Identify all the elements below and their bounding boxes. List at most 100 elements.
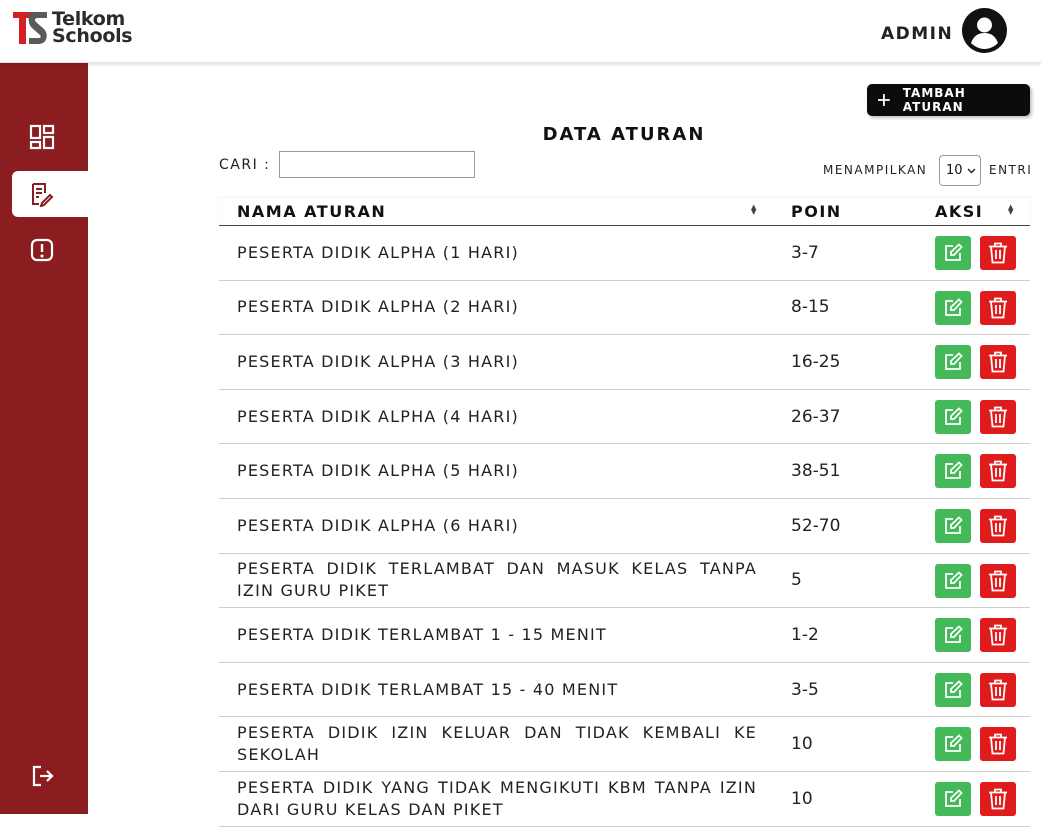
rules-table: NAMA ATURAN ▲ ▼ POIN AKSI ▲ ▼ PESERTA DIDI… bbox=[219, 198, 1030, 827]
user-name: ADMIN bbox=[881, 24, 954, 44]
entries-label: ENTRI bbox=[989, 163, 1033, 177]
edit-button[interactable] bbox=[935, 563, 971, 598]
delete-button[interactable] bbox=[980, 454, 1016, 489]
edit-button[interactable] bbox=[935, 290, 971, 325]
edit-button[interactable] bbox=[935, 727, 971, 762]
sort-icon[interactable]: ▲ ▼ bbox=[1008, 204, 1013, 216]
rule-name: PESERTA DIDIK ALPHA (5 HARI) bbox=[237, 461, 519, 481]
rule-name: PESERTA DIDIK TERLAMBAT DAN MASUK KELAS … bbox=[237, 559, 757, 601]
table-row: PESERTA DIDIK ALPHA (6 HARI) 52-70 bbox=[219, 498, 1030, 554]
page-size-select[interactable]: 10 bbox=[939, 155, 981, 186]
trash-icon bbox=[989, 570, 1007, 591]
rule-poin: 3-5 bbox=[791, 679, 819, 700]
table-row: PESERTA DIDIK ALPHA (4 HARI) 26-37 bbox=[219, 389, 1030, 445]
edit-icon bbox=[945, 461, 963, 480]
table-row: PESERTA DIDIK ALPHA (3 HARI) 16-25 bbox=[219, 335, 1030, 390]
edit-button[interactable] bbox=[935, 345, 971, 380]
edit-icon bbox=[945, 352, 963, 371]
rule-poin: 10 bbox=[791, 788, 813, 809]
sidebar-item-pelanggaran[interactable] bbox=[12, 227, 88, 273]
delete-button[interactable] bbox=[980, 290, 1016, 325]
rule-poin: 26-37 bbox=[791, 406, 841, 427]
edit-button[interactable] bbox=[935, 508, 971, 543]
table-row: PESERTA DIDIK ALPHA (1 HARI) 3-7 bbox=[219, 226, 1030, 281]
rule-poin: 3-7 bbox=[791, 242, 819, 263]
rule-name: PESERTA DIDIK ALPHA (4 HARI) bbox=[237, 406, 519, 426]
page-size-value: 10 bbox=[946, 163, 963, 178]
sidebar bbox=[0, 63, 88, 814]
edit-button[interactable] bbox=[935, 236, 971, 270]
chevron-down-icon bbox=[967, 168, 976, 173]
logo-line2: Schools bbox=[52, 25, 133, 47]
column-header-aksi[interactable]: AKSI bbox=[935, 202, 983, 221]
edit-icon bbox=[945, 570, 963, 589]
logo-mark-icon bbox=[13, 12, 47, 44]
add-rule-button[interactable]: TAMBAH ATURAN bbox=[867, 84, 1030, 116]
trash-icon bbox=[989, 788, 1007, 810]
rule-poin: 5 bbox=[791, 570, 802, 591]
trash-icon bbox=[989, 515, 1007, 537]
dashboard-icon bbox=[29, 124, 55, 150]
delete-button[interactable] bbox=[980, 727, 1016, 762]
delete-button[interactable] bbox=[980, 236, 1016, 270]
table-row: PESERTA DIDIK TERLAMBAT 15 - 40 MENIT 3-5 bbox=[219, 662, 1030, 718]
edit-icon bbox=[945, 516, 963, 534]
sort-icon[interactable]: ▲ ▼ bbox=[751, 204, 756, 216]
logout-button[interactable] bbox=[12, 753, 88, 799]
column-header-poin[interactable]: POIN bbox=[791, 202, 842, 221]
table-row: PESERTA DIDIK TERLAMBAT 1 - 15 MENIT 1-2 bbox=[219, 608, 1030, 663]
rule-name: PESERTA DIDIK YANG TIDAK MENGIKUTI KBM T… bbox=[237, 777, 757, 819]
search-label: CARI : bbox=[219, 157, 271, 173]
edit-button[interactable] bbox=[935, 618, 971, 653]
edit-icon bbox=[945, 789, 963, 807]
table-row: PESERTA DIDIK ALPHA (5 HARI) 38-51 bbox=[219, 444, 1030, 499]
edit-button[interactable] bbox=[935, 454, 971, 489]
delete-button[interactable] bbox=[980, 618, 1016, 653]
app-header: Telkom Schools ADMIN bbox=[0, 0, 1041, 63]
rule-poin: 10 bbox=[791, 734, 813, 755]
delete-button[interactable] bbox=[980, 508, 1016, 543]
rule-poin: 1-2 bbox=[791, 624, 819, 645]
rule-name: PESERTA DIDIK IZIN KELUAR DAN TIDAK KEMB… bbox=[237, 723, 757, 765]
rule-name: PESERTA DIDIK TERLAMBAT 15 - 40 MENIT bbox=[237, 679, 619, 699]
rule-name: PESERTA DIDIK TERLAMBAT 1 - 15 MENIT bbox=[237, 624, 607, 644]
rule-poin: 38-51 bbox=[791, 461, 841, 482]
search-input[interactable] bbox=[279, 151, 475, 178]
trash-icon bbox=[989, 406, 1007, 428]
rules-edit-icon bbox=[32, 183, 54, 207]
table-header: NAMA ATURAN ▲ ▼ POIN AKSI ▲ ▼ bbox=[219, 198, 1030, 226]
sidebar-item-aturan[interactable] bbox=[12, 171, 88, 217]
add-rule-label: TAMBAH ATURAN bbox=[902, 86, 966, 114]
rule-name: PESERTA DIDIK ALPHA (6 HARI) bbox=[237, 515, 519, 535]
edit-button[interactable] bbox=[935, 672, 971, 707]
page-size-label: MENAMPILKAN bbox=[823, 163, 928, 177]
trash-icon bbox=[989, 679, 1007, 701]
edit-button[interactable] bbox=[935, 399, 971, 434]
edit-icon bbox=[945, 679, 963, 698]
page-title: DATA ATURAN bbox=[542, 124, 706, 145]
rule-poin: 8-15 bbox=[791, 297, 830, 318]
rule-name: PESERTA DIDIK ALPHA (3 HARI) bbox=[237, 351, 519, 371]
delete-button[interactable] bbox=[980, 399, 1016, 434]
edit-icon bbox=[945, 734, 963, 753]
logout-icon bbox=[32, 765, 54, 787]
trash-icon bbox=[989, 733, 1007, 755]
delete-button[interactable] bbox=[980, 781, 1016, 816]
delete-button[interactable] bbox=[980, 672, 1016, 707]
table-body: PESERTA DIDIK ALPHA (1 HARI) 3-7 PESERTA D… bbox=[219, 226, 1030, 827]
trash-icon bbox=[989, 624, 1007, 646]
rule-name: PESERTA DIDIK ALPHA (1 HARI) bbox=[237, 242, 519, 262]
delete-button[interactable] bbox=[980, 563, 1016, 598]
column-header-nama[interactable]: NAMA ATURAN bbox=[237, 202, 386, 221]
table-row: PESERTA DIDIK YANG TIDAK MENGIKUTI KBM T… bbox=[219, 771, 1030, 827]
rule-poin: 52-70 bbox=[791, 515, 841, 536]
sidebar-item-dashboard[interactable] bbox=[12, 114, 88, 160]
delete-button[interactable] bbox=[980, 345, 1016, 380]
user-avatar-icon[interactable] bbox=[962, 8, 1007, 53]
rule-name: PESERTA DIDIK ALPHA (2 HARI) bbox=[237, 297, 519, 317]
rule-poin: 16-25 bbox=[791, 351, 841, 372]
trash-icon bbox=[989, 297, 1007, 318]
telkom-schools-logo[interactable]: Telkom Schools bbox=[12, 10, 133, 47]
edit-button[interactable] bbox=[935, 781, 971, 816]
edit-icon bbox=[945, 243, 963, 261]
